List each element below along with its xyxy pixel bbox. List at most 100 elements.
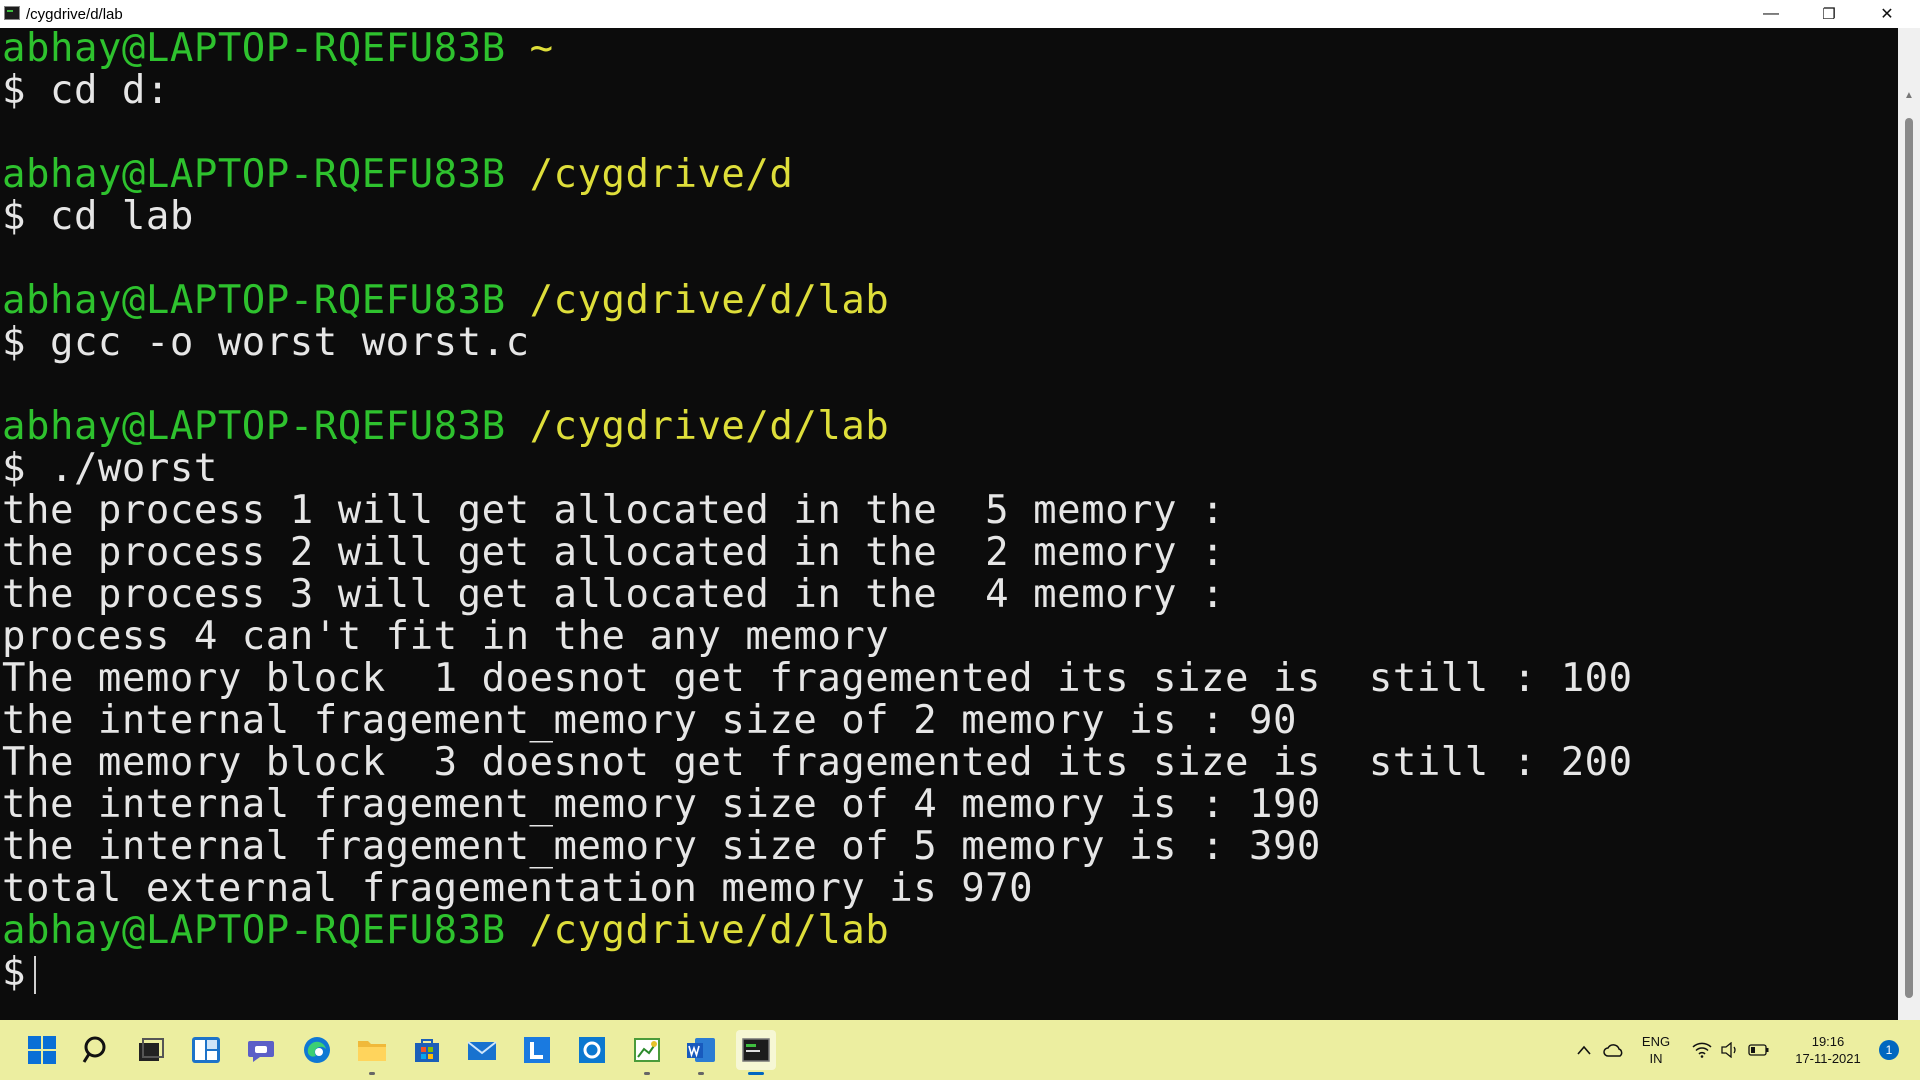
terminal-line: $ cd d: [0, 70, 1898, 112]
terminal-text: the internal fragement_memory size of 2 … [2, 698, 1297, 743]
start-icon [28, 1036, 56, 1064]
terminal-line: abhay@LAPTOP-RQEFU83B /cygdrive/d/lab [0, 910, 1898, 952]
battery-icon [1748, 1044, 1769, 1056]
battery-button[interactable] [1746, 1020, 1772, 1080]
outlook-button[interactable] [572, 1030, 612, 1070]
close-button[interactable]: ✕ [1858, 0, 1916, 28]
chart-app-icon [634, 1038, 660, 1062]
mail-icon [467, 1041, 497, 1060]
file-explorer-button[interactable] [352, 1030, 392, 1075]
prompt-path: /cygdrive/d/lab [529, 278, 890, 323]
scrollbar-thumb[interactable] [1905, 118, 1913, 998]
l-app-button[interactable] [517, 1030, 557, 1070]
scroll-up-arrow-icon[interactable]: ▲ [1898, 86, 1920, 106]
prompt-path: /cygdrive/d/lab [529, 404, 890, 449]
terminal-text: $ cd lab [2, 194, 194, 239]
widgets-button[interactable] [186, 1030, 226, 1070]
region-code: IN [1649, 1051, 1663, 1066]
outlook-icon [579, 1037, 605, 1063]
terminal-line: the process 2 will get allocated in the … [0, 532, 1898, 574]
terminal-taskbar-button[interactable] [736, 1030, 776, 1075]
text-cursor [33, 955, 36, 994]
prompt-path: ~ [529, 28, 554, 71]
title-bar: /cygdrive/d/lab — ❐ ✕ [0, 0, 1920, 28]
terminal-line: The memory block 1 doesnot get fragement… [0, 658, 1898, 700]
language-indicator[interactable]: ENG IN [1638, 1020, 1674, 1080]
running-indicator [369, 1072, 375, 1075]
l-app-icon [524, 1037, 550, 1063]
teams-chat-button[interactable] [241, 1030, 281, 1070]
terminal-line: the internal fragement_memory size of 5 … [0, 826, 1898, 868]
running-indicator [698, 1072, 704, 1075]
language-code: ENG [1641, 1034, 1671, 1049]
terminal-line: the process 1 will get allocated in the … [0, 490, 1898, 532]
clock[interactable]: 19:16 17-11-2021 [1788, 1020, 1868, 1080]
terminal-text: $ cd d: [2, 68, 170, 113]
volume-button[interactable] [1718, 1020, 1742, 1080]
terminal-line: The memory block 3 doesnot get fragement… [0, 742, 1898, 784]
window-title: /cygdrive/d/lab [26, 6, 123, 23]
terminal-text: the internal fragement_memory size of 5 … [2, 824, 1321, 869]
search-button[interactable] [77, 1030, 117, 1070]
terminal-line: total external fragementation memory is … [0, 868, 1898, 910]
terminal-text: the process 1 will get allocated in the … [2, 488, 1225, 533]
terminal-line: $ cd lab [0, 196, 1898, 238]
active-indicator [748, 1072, 764, 1075]
prompt-user-host: abhay@LAPTOP-RQEFU83B [2, 152, 506, 197]
task-view-button[interactable] [130, 1030, 170, 1070]
store-button[interactable] [407, 1030, 447, 1070]
chart-app-button[interactable] [627, 1030, 667, 1075]
terminal-output[interactable]: abhay@LAPTOP-RQEFU83B ~ $ cd d: abhay@LAPT… [0, 28, 1898, 1020]
terminal-text: $ ./worst [2, 446, 218, 491]
start-button[interactable] [22, 1030, 62, 1070]
terminal-text: the internal fragement_memory size of 4 … [2, 782, 1321, 827]
prompt-path: /cygdrive/d [529, 152, 794, 197]
terminal-text: The memory block 3 doesnot get fragement… [2, 740, 1633, 785]
search-icon [82, 1036, 106, 1063]
current-prompt-line[interactable]: $ [0, 952, 1898, 994]
terminal-line: $ gcc -o worst worst.c [0, 322, 1898, 364]
notifications-button[interactable]: 1 [1874, 1020, 1904, 1080]
terminal-text: the process 3 will get allocated in the … [2, 572, 1225, 617]
terminal-line: abhay@LAPTOP-RQEFU83B /cygdrive/d/lab [0, 406, 1898, 448]
terminal-line: abhay@LAPTOP-RQEFU83B /cygdrive/d [0, 154, 1898, 196]
wifi-icon [1692, 1042, 1712, 1058]
terminal-line: $ ./worst [0, 448, 1898, 490]
terminal-line: the internal fragement_memory size of 2 … [0, 700, 1898, 742]
terminal-line: the process 3 will get allocated in the … [0, 574, 1898, 616]
terminal-text: The memory block 1 doesnot get fragement… [2, 656, 1633, 701]
terminal-line: the internal fragement_memory size of 4 … [0, 784, 1898, 826]
prompt-user-host: abhay@LAPTOP-RQEFU83B [2, 404, 506, 449]
chevron-up-icon [1577, 1045, 1591, 1055]
terminal-text: process 4 can't fit in the any memory [2, 614, 890, 659]
edge-icon [304, 1037, 330, 1063]
mail-button[interactable] [462, 1030, 502, 1070]
cloud-icon [1603, 1044, 1623, 1057]
task-view-icon [139, 1038, 164, 1061]
speaker-icon [1721, 1042, 1736, 1058]
prompt-symbol: $ [2, 950, 26, 995]
terminal-text: $ gcc -o worst worst.c [2, 320, 530, 365]
vertical-scrollbar[interactable]: ▲ [1898, 28, 1920, 1020]
teams-chat-icon [248, 1041, 274, 1062]
terminal-icon [742, 1038, 770, 1062]
clock-time: 19:16 [1811, 1034, 1845, 1049]
word-button[interactable] [681, 1030, 721, 1075]
onedrive-button[interactable] [1600, 1020, 1628, 1080]
terminal-line: process 4 can't fit in the any memory [0, 616, 1898, 658]
store-icon [415, 1039, 439, 1062]
show-hidden-icons-button[interactable] [1572, 1020, 1596, 1080]
word-icon [687, 1038, 715, 1062]
restore-button[interactable]: ❐ [1800, 0, 1858, 28]
widgets-icon [192, 1037, 220, 1063]
minimize-button[interactable]: — [1742, 0, 1800, 28]
network-button[interactable] [1690, 1020, 1714, 1080]
terminal-line: abhay@LAPTOP-RQEFU83B /cygdrive/d/lab [0, 280, 1898, 322]
prompt-user-host: abhay@LAPTOP-RQEFU83B [2, 908, 506, 953]
file-explorer-icon [358, 1041, 386, 1061]
terminal-text: the process 2 will get allocated in the … [2, 530, 1225, 575]
edge-button[interactable] [297, 1030, 337, 1070]
terminal-text: total external fragementation memory is … [2, 866, 1034, 911]
